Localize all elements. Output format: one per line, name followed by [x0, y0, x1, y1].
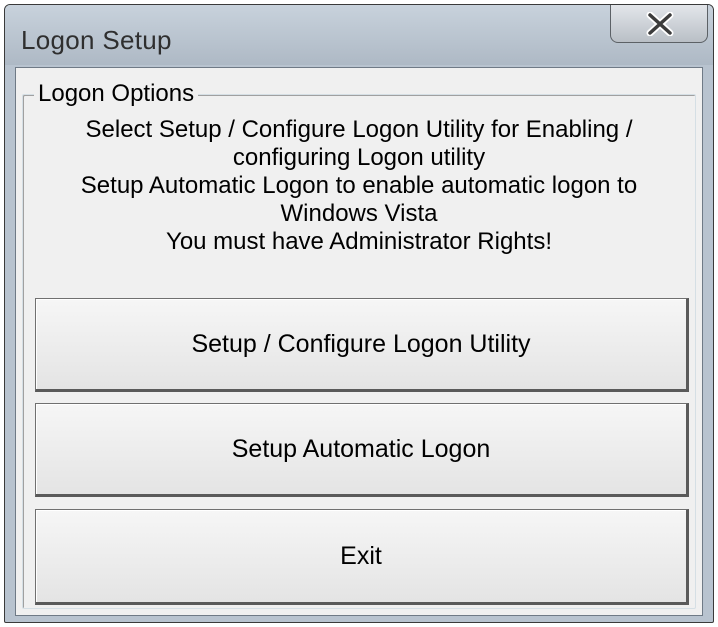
info-line: Windows Vista — [280, 200, 438, 227]
group-legend: Logon Options — [34, 80, 199, 108]
logon-setup-window: Logon Setup Logon Options Select Setup /… — [4, 4, 714, 623]
close-button[interactable] — [610, 5, 708, 43]
info-text: Select Setup / Configure Logon Utility f… — [30, 116, 688, 256]
setup-configure-logon-button[interactable]: Setup / Configure Logon Utility — [35, 298, 689, 392]
window-title: Logon Setup — [21, 25, 172, 55]
close-icon — [646, 12, 674, 36]
dialog-client-area: Logon Options Select Setup / Configure L… — [15, 67, 703, 616]
info-line: configuring Logon utility — [232, 144, 486, 171]
exit-button[interactable]: Exit — [35, 509, 689, 605]
info-line: Setup Automatic Logon to enable automati… — [80, 172, 638, 199]
setup-automatic-logon-button[interactable]: Setup Automatic Logon — [35, 403, 689, 497]
info-line: You must have Administrator Rights! — [166, 228, 552, 255]
info-line: Select Setup / Configure Logon Utility f… — [85, 116, 633, 143]
title-bar[interactable]: Logon Setup — [5, 5, 713, 65]
